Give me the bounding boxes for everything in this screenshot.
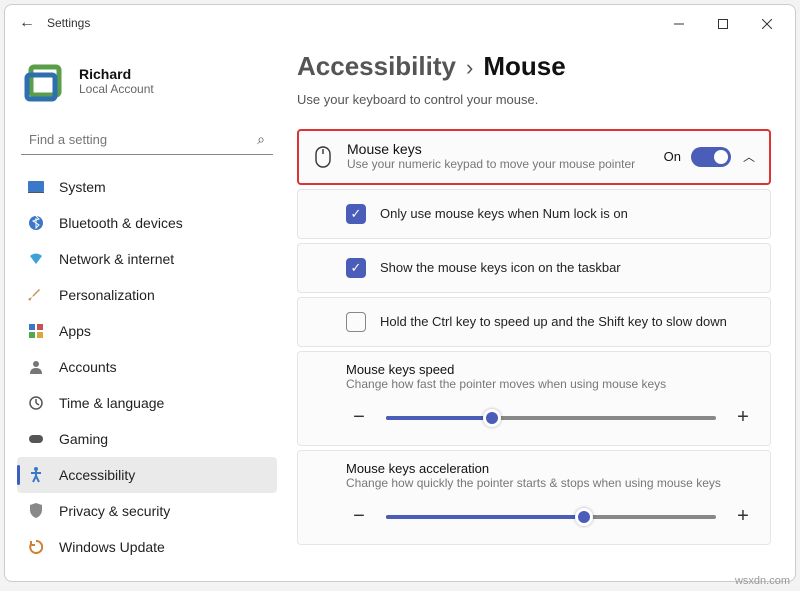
- watermark: wsxdn.com: [735, 575, 790, 587]
- nav-label: Personalization: [59, 287, 155, 303]
- checkbox-taskbar[interactable]: ✓: [346, 258, 366, 278]
- update-icon: [27, 538, 45, 556]
- person-icon: [27, 358, 45, 376]
- option-ctrlshift[interactable]: Hold the Ctrl key to speed up and the Sh…: [297, 297, 771, 347]
- speed-slider[interactable]: [386, 416, 716, 420]
- nav-label: Apps: [59, 323, 91, 339]
- nav-label: System: [59, 179, 106, 195]
- profile-name: Richard: [79, 66, 154, 82]
- nav-update[interactable]: Windows Update: [17, 529, 277, 565]
- search-icon: ⌕: [257, 131, 265, 148]
- main-panel: Accessibility › Mouse Use your keyboard …: [285, 41, 795, 581]
- avatar: [21, 57, 69, 105]
- nav-list: System Bluetooth & devices Network & int…: [17, 169, 277, 565]
- close-button[interactable]: [745, 8, 789, 38]
- accel-block: Mouse keys acceleration Change how quick…: [297, 450, 771, 545]
- checkbox-numlock[interactable]: ✓: [346, 204, 366, 224]
- nav-apps[interactable]: Apps: [17, 313, 277, 349]
- speed-minus-button[interactable]: −: [346, 405, 372, 431]
- search-box[interactable]: ⌕: [21, 125, 273, 155]
- gamepad-icon: [27, 430, 45, 448]
- back-button[interactable]: ←: [11, 14, 43, 32]
- mouse-keys-sub: Use your numeric keypad to move your mou…: [347, 157, 664, 173]
- chevron-right-icon: ›: [466, 55, 473, 81]
- accel-sub: Change how quickly the pointer starts & …: [346, 476, 756, 490]
- settings-window: ← Settings Richard Local Account ⌕: [4, 4, 796, 582]
- sidebar: Richard Local Account ⌕ System Bluetooth…: [5, 41, 285, 581]
- nav-label: Network & internet: [59, 251, 174, 267]
- nav-system[interactable]: System: [17, 169, 277, 205]
- mouse-keys-state: On: [664, 149, 681, 164]
- nav-label: Accounts: [59, 359, 117, 375]
- nav-accessibility[interactable]: Accessibility: [17, 457, 277, 493]
- accel-title: Mouse keys acceleration: [346, 461, 756, 476]
- system-icon: [27, 178, 45, 196]
- speed-block: Mouse keys speed Change how fast the poi…: [297, 351, 771, 446]
- nav-bluetooth[interactable]: Bluetooth & devices: [17, 205, 277, 241]
- option-taskbar[interactable]: ✓ Show the mouse keys icon on the taskba…: [297, 243, 771, 293]
- nav-personalization[interactable]: Personalization: [17, 277, 277, 313]
- nav-label: Gaming: [59, 431, 108, 447]
- mouse-icon: [313, 147, 333, 167]
- accel-slider[interactable]: [386, 515, 716, 519]
- option-label: Only use mouse keys when Num lock is on: [380, 206, 628, 221]
- breadcrumb: Accessibility › Mouse: [297, 51, 771, 82]
- nav-label: Time & language: [59, 395, 164, 411]
- mouse-keys-toggle[interactable]: [691, 147, 731, 167]
- wifi-icon: [27, 250, 45, 268]
- clock-icon: [27, 394, 45, 412]
- window-title: Settings: [47, 16, 90, 30]
- breadcrumb-current: Mouse: [483, 51, 565, 82]
- mouse-keys-title: Mouse keys: [347, 141, 664, 157]
- chevron-up-icon[interactable]: ︿: [743, 148, 755, 165]
- profile-block[interactable]: Richard Local Account: [17, 49, 277, 125]
- speed-title: Mouse keys speed: [346, 362, 756, 377]
- apps-icon: [27, 322, 45, 340]
- nav-accounts[interactable]: Accounts: [17, 349, 277, 385]
- search-input[interactable]: [29, 132, 257, 147]
- option-label: Show the mouse keys icon on the taskbar: [380, 260, 621, 275]
- nav-label: Windows Update: [59, 539, 165, 555]
- nav-label: Bluetooth & devices: [59, 215, 183, 231]
- titlebar: ← Settings: [5, 5, 795, 41]
- nav-network[interactable]: Network & internet: [17, 241, 277, 277]
- nav-time[interactable]: Time & language: [17, 385, 277, 421]
- profile-sub: Local Account: [79, 82, 154, 96]
- breadcrumb-parent[interactable]: Accessibility: [297, 51, 456, 82]
- option-label: Hold the Ctrl key to speed up and the Sh…: [380, 314, 727, 329]
- option-numlock[interactable]: ✓ Only use mouse keys when Num lock is o…: [297, 189, 771, 239]
- nav-label: Accessibility: [59, 467, 135, 483]
- nav-gaming[interactable]: Gaming: [17, 421, 277, 457]
- bluetooth-icon: [27, 214, 45, 232]
- maximize-button[interactable]: [701, 8, 745, 38]
- minimize-button[interactable]: [657, 8, 701, 38]
- speed-sub: Change how fast the pointer moves when u…: [346, 377, 756, 391]
- brush-icon: [27, 286, 45, 304]
- nav-privacy[interactable]: Privacy & security: [17, 493, 277, 529]
- accel-minus-button[interactable]: −: [346, 504, 372, 530]
- shield-icon: [27, 502, 45, 520]
- mouse-keys-card: Mouse keys Use your numeric keypad to mo…: [297, 129, 771, 185]
- nav-label: Privacy & security: [59, 503, 170, 519]
- page-description: Use your keyboard to control your mouse.: [297, 92, 771, 107]
- checkbox-ctrlshift[interactable]: [346, 312, 366, 332]
- accel-plus-button[interactable]: +: [730, 504, 756, 530]
- speed-plus-button[interactable]: +: [730, 405, 756, 431]
- accessibility-icon: [27, 466, 45, 484]
